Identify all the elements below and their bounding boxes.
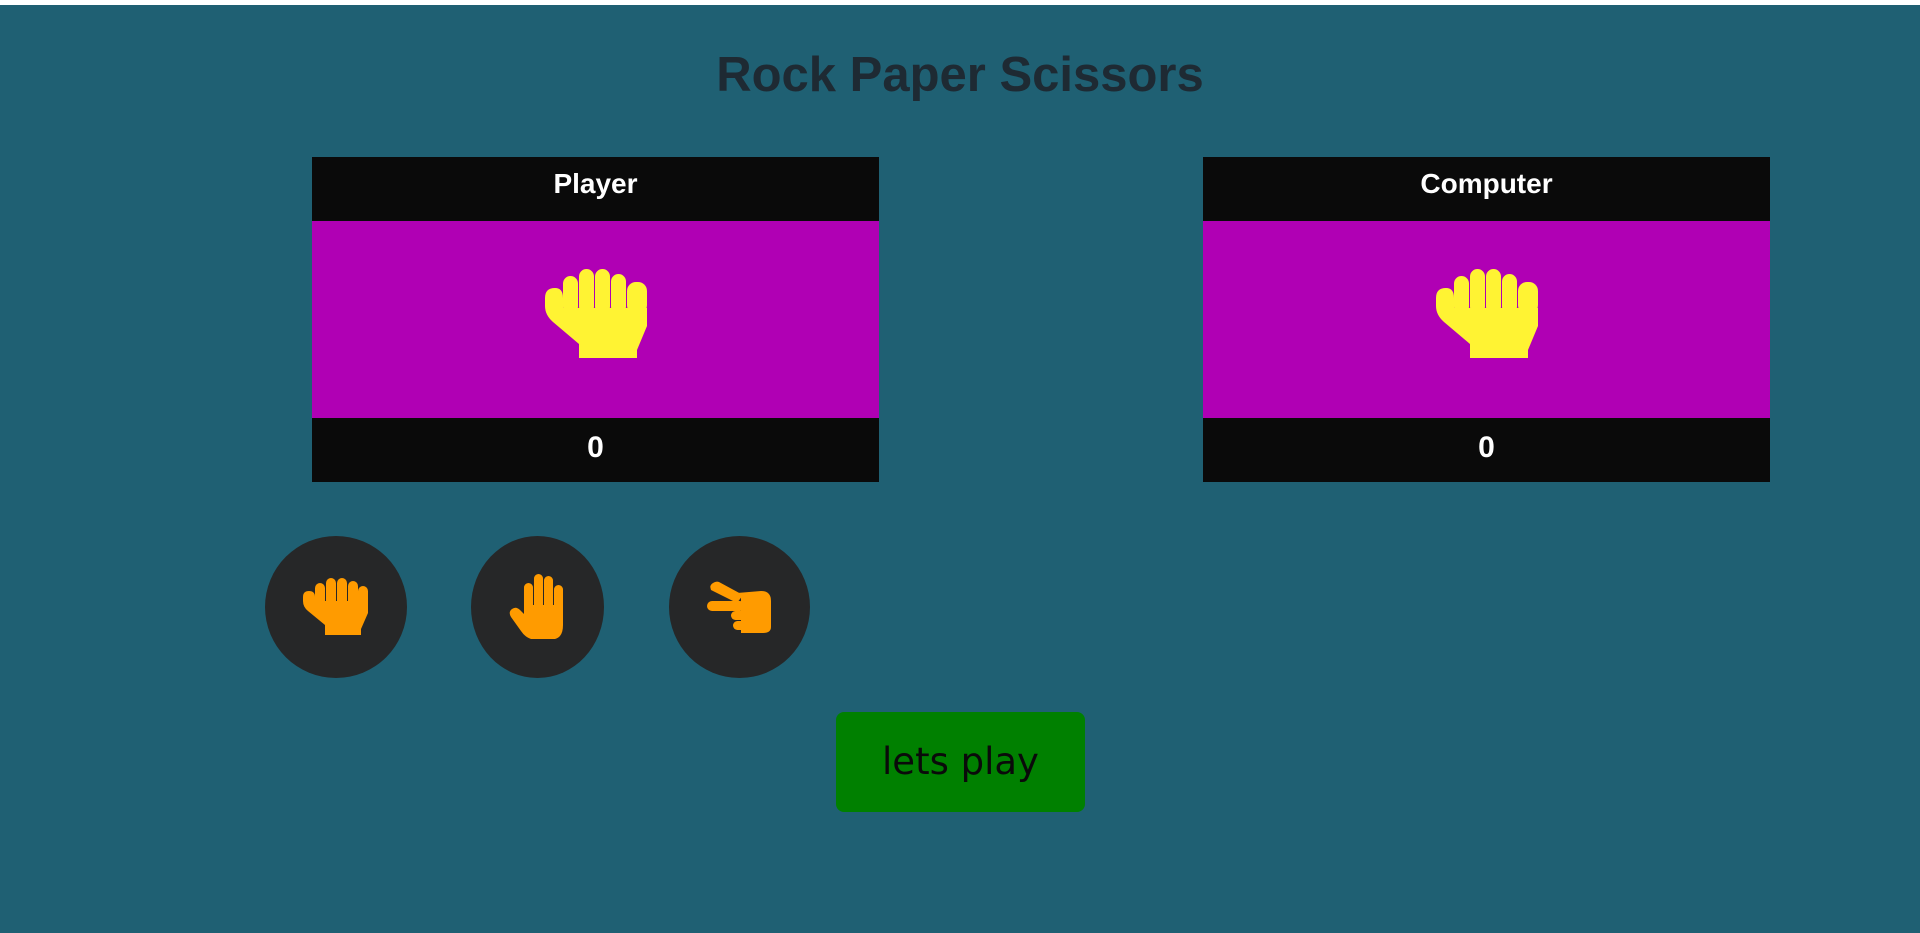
hand-rock-icon [303,578,368,635]
hand-scissors-icon [706,581,771,633]
fist-icon [1436,269,1538,358]
computer-hand-panel [1203,221,1770,418]
player-score: 0 [312,418,879,482]
game-background: Rock Paper Scissors Player 0 Computer 0 … [0,5,1920,933]
computer-score: 0 [1203,418,1770,482]
player-hand-panel [312,221,879,418]
hand-paper-icon [509,574,563,639]
player-label: Player [312,157,879,221]
scissors-choice-button[interactable] [669,536,810,678]
paper-choice-button[interactable] [471,536,604,678]
player-card: Player 0 [312,157,879,482]
lets-play-button[interactable]: lets play [836,712,1085,812]
computer-label: Computer [1203,157,1770,221]
page-title: Rock Paper Scissors [716,48,1204,102]
computer-card: Computer 0 [1203,157,1770,482]
fist-icon [545,269,647,358]
rock-choice-button[interactable] [265,536,407,678]
